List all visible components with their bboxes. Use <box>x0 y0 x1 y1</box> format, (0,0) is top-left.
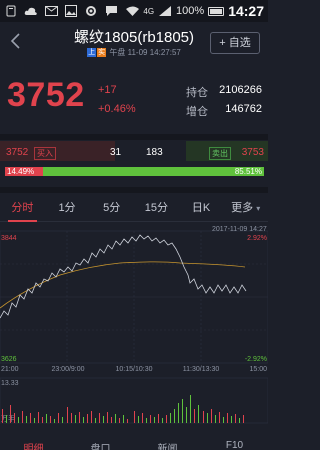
order-book-row: 3752 买入 31 183 卖出 3753 <box>0 147 268 161</box>
volume-unit-label: 万手 <box>1 414 15 423</box>
sell-ratio-segment: 85.51% <box>42 167 264 176</box>
header: 螺纹1805(rb1805) 上实 午盘 11-09 14:27:57 + 自选 <box>0 22 268 66</box>
buy-sell-ratio-bar: 14.49% 85.51% <box>5 167 264 176</box>
tab-details[interactable]: 明细 <box>0 440 67 450</box>
quote-summary: 3752 +17 +0.46% 持仓 2106266 增仓 146762 <box>0 70 268 130</box>
order-book: 3752 买入 31 183 卖出 3753 14.49% 85.51% <box>0 141 268 179</box>
mail-icon <box>44 5 58 17</box>
chart-high-percent: 2.92% <box>247 235 267 242</box>
caret-down-icon: ▾ <box>256 204 261 213</box>
buy-price: 3752 <box>6 147 29 158</box>
chart-high-price: 3844 <box>1 235 17 242</box>
cloud-icon <box>24 5 38 17</box>
buy-label: 买入 <box>34 147 56 160</box>
tab-more[interactable]: 更多 ▾ <box>223 196 268 221</box>
time-label-end: 15:00 <box>249 366 267 373</box>
time-label-2: 23:00/9:00 <box>51 366 84 373</box>
tab-timeshare[interactable]: 分时 <box>0 196 45 222</box>
tab-15min[interactable]: 15分 <box>134 196 179 221</box>
volume-bars <box>2 395 244 423</box>
time-label-4: 11:30/13:30 <box>183 366 220 373</box>
tab-daily-k[interactable]: 日K <box>179 196 224 221</box>
chart-period-tabs: 分时 1分 5分 15分 日K 更多 ▾ <box>0 196 268 222</box>
sell-price: 3753 <box>241 147 264 158</box>
exchange-tag: 上 <box>87 48 97 58</box>
buy-ratio-segment: 14.49% <box>5 167 43 176</box>
sell-volume: 183 <box>146 147 163 158</box>
divider <box>0 187 268 193</box>
oi-change-value: 146762 <box>225 103 262 115</box>
status-bar: 4G 100% 14:27 <box>0 0 268 22</box>
chart-canvas: 2017-11-09 14:27 3844 2.92% 3626 -2.92% … <box>0 226 268 424</box>
buy-volume: 31 <box>110 147 122 158</box>
tab-1min[interactable]: 1分 <box>45 196 90 221</box>
price-change-percent: +0.46% <box>98 103 136 115</box>
tab-5min[interactable]: 5分 <box>89 196 134 221</box>
session-datetime: 11-09 14:27:57 <box>127 48 181 57</box>
tab-f10[interactable]: F10 <box>201 440 268 450</box>
divider <box>0 134 268 140</box>
price-line <box>0 234 247 319</box>
tab-news[interactable]: 新闻 <box>134 440 201 450</box>
volume-max-label: 13.33 <box>1 380 19 387</box>
avg-price-line <box>0 261 246 309</box>
delay-tag: 实 <box>97 48 107 58</box>
settings-icon <box>84 5 98 17</box>
signal-icon <box>158 5 172 17</box>
bottom-tabs: 明细 盘口 新闻 F10 <box>0 440 268 450</box>
price-change: +17 <box>98 84 117 96</box>
chart-low-percent: -2.92% <box>245 356 267 363</box>
battery-percent: 100% <box>176 5 205 17</box>
oi-change-label: 增仓 <box>186 106 208 118</box>
time-label-3: 10:15/10:30 <box>116 366 153 373</box>
clock: 14:27 <box>228 3 264 19</box>
wifi-icon <box>125 5 139 17</box>
network-type: 4G <box>143 6 155 16</box>
open-interest-value: 2106266 <box>219 84 262 96</box>
chart-low-price: 3626 <box>1 356 17 363</box>
open-interest-label: 持仓 <box>186 87 208 99</box>
chart-date: 2017-11-09 14:27 <box>212 226 267 233</box>
time-label-start: 21:00 <box>1 366 19 373</box>
tab-more-label: 更多 <box>231 202 254 214</box>
last-price: 3752 <box>7 76 85 114</box>
battery-icon <box>208 6 225 16</box>
chat-icon <box>104 5 118 17</box>
add-favorite-button[interactable]: + 自选 <box>210 32 260 54</box>
notification-icon <box>4 5 18 17</box>
timeshare-chart[interactable]: 2017-11-09 14:27 3844 2.92% 3626 -2.92% … <box>0 223 268 450</box>
session-label: 午盘 <box>109 48 126 57</box>
sell-label: 卖出 <box>209 147 231 160</box>
tab-orderbook[interactable]: 盘口 <box>67 440 134 450</box>
image-icon <box>64 5 78 17</box>
